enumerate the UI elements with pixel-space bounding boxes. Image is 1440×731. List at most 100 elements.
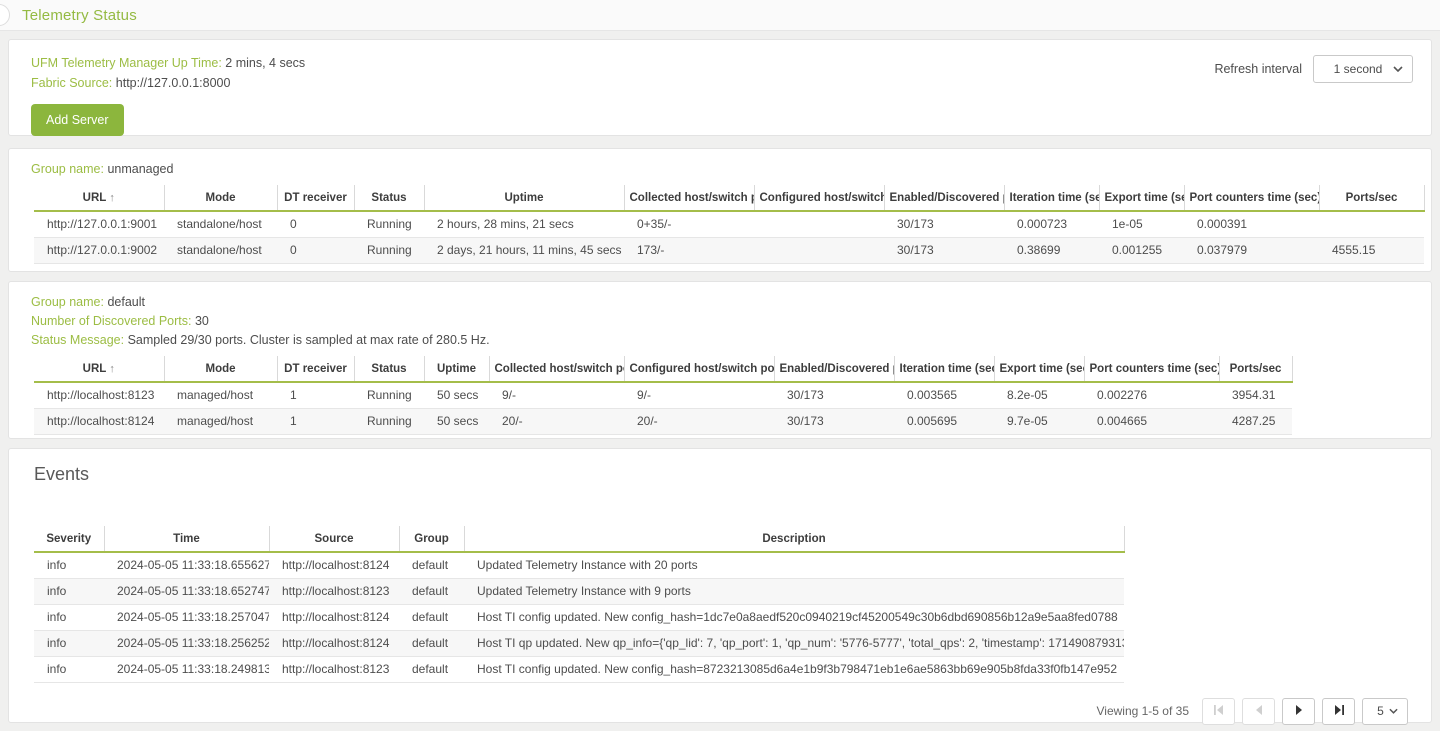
right-triangle-icon — [1295, 704, 1303, 718]
table-cell: 0.000391 — [1184, 211, 1319, 237]
table-cell: 0.005695 — [894, 408, 994, 434]
column-header[interactable]: Status — [354, 185, 424, 211]
table-cell: standalone/host — [164, 211, 277, 237]
table-row: info2024-05-05 11:33:18.652747http://loc… — [34, 578, 1124, 604]
table-row: http://localhost:8124managed/host1Runnin… — [34, 408, 1292, 434]
table-cell: 4287.25 — [1219, 408, 1292, 434]
table-row: http://127.0.0.1:9001standalone/host0Run… — [34, 211, 1424, 237]
column-header[interactable]: Iteration time (sec) — [894, 356, 994, 382]
column-header[interactable]: DT receiver — [277, 185, 354, 211]
telemetry-summary-card: UFM Telemetry Manager Up Time: 2 mins, 4… — [8, 39, 1432, 136]
column-header[interactable]: Configured host/switch ports — [754, 185, 884, 211]
sort-ascending-icon: ↑ — [106, 363, 115, 375]
refresh-interval-select[interactable]: 1 second — [1313, 55, 1413, 83]
table-cell: 1 — [277, 382, 354, 408]
column-header[interactable]: URL ↑ — [34, 356, 164, 382]
table-header-row: SeverityTimeSourceGroupDescription — [34, 526, 1124, 552]
column-header[interactable]: Iteration time (sec) — [1004, 185, 1099, 211]
table-cell: Host TI config updated. New config_hash=… — [464, 656, 1124, 682]
table-cell: http://localhost:8124 — [269, 604, 399, 630]
uptime-label: UFM Telemetry Manager Up Time: — [31, 56, 222, 70]
table-cell — [1319, 211, 1424, 237]
table-cell: standalone/host — [164, 237, 277, 263]
column-header[interactable]: Collected host/switch ports — [624, 185, 754, 211]
next-page-button[interactable] — [1282, 698, 1315, 725]
table-header-row: URL ↑ModeDT receiverStatusUptimeCollecte… — [34, 356, 1292, 382]
table-cell: http://localhost:8124 — [269, 552, 399, 578]
group-info-line: Group name: default — [31, 293, 1409, 312]
table-cell: 8.2e-05 — [994, 382, 1084, 408]
events-pagination: Viewing 1-5 of 35 5 — [9, 698, 1408, 725]
last-page-button[interactable] — [1322, 698, 1355, 725]
table-row: info2024-05-05 11:33:18.256252http://loc… — [34, 630, 1124, 656]
table-cell: 2 hours, 28 mins, 21 secs — [424, 211, 624, 237]
previous-page-button[interactable] — [1242, 698, 1275, 725]
column-header[interactable]: Port counters time (sec) — [1184, 185, 1319, 211]
group-info-value: 30 — [195, 314, 209, 328]
events-table: SeverityTimeSourceGroupDescriptioninfo20… — [34, 526, 1125, 683]
column-header[interactable]: Status — [354, 356, 424, 382]
column-header[interactable]: Severity — [34, 526, 104, 552]
table-cell: 0.037979 — [1184, 237, 1319, 263]
table-cell: 173/- — [624, 237, 754, 263]
column-header[interactable]: Export time (sec) — [994, 356, 1084, 382]
group-info-value: default — [107, 295, 145, 309]
group-info-value: unmanaged — [107, 162, 173, 176]
table-cell: 3954.31 — [1219, 382, 1292, 408]
fabric-source-line: Fabric Source: http://127.0.0.1:8000 — [31, 73, 1409, 93]
column-header[interactable]: Group — [399, 526, 464, 552]
table-cell: Host TI qp updated. New qp_info={'qp_lid… — [464, 630, 1124, 656]
table-row: info2024-05-05 11:33:18.257047http://loc… — [34, 604, 1124, 630]
table-cell: Updated Telemetry Instance with 9 ports — [464, 578, 1124, 604]
group-info: Group name: default Number of Discovered … — [9, 292, 1431, 356]
refresh-interval-value: 1 second — [1323, 62, 1393, 76]
table-cell: 30/173 — [774, 382, 894, 408]
column-header[interactable]: Port counters time (sec) — [1084, 356, 1219, 382]
column-header[interactable]: Ports/sec — [1219, 356, 1292, 382]
column-header[interactable]: URL ↑ — [34, 185, 164, 211]
group-info-label: Status Message: — [31, 333, 128, 347]
table-cell: 30/173 — [884, 237, 1004, 263]
events-card: Events SeverityTimeSourceGroupDescriptio… — [8, 448, 1432, 723]
group-info-label: Number of Discovered Ports: — [31, 314, 195, 328]
first-page-button[interactable] — [1202, 698, 1235, 725]
column-header[interactable]: Source — [269, 526, 399, 552]
sort-ascending-icon: ↑ — [106, 192, 115, 204]
table-cell: 0.004665 — [1084, 408, 1219, 434]
table-cell: info — [34, 552, 104, 578]
table-cell: Running — [354, 382, 424, 408]
table-cell: http://localhost:8123 — [269, 656, 399, 682]
table-row: http://127.0.0.1:9002standalone/host0Run… — [34, 237, 1424, 263]
column-header[interactable]: Collected host/switch ports — [489, 356, 624, 382]
column-header[interactable]: Uptime — [424, 356, 489, 382]
column-header[interactable]: Export time (sec) — [1099, 185, 1184, 211]
column-header[interactable]: Time — [104, 526, 269, 552]
column-header[interactable]: Enabled/Discovered ports — [774, 356, 894, 382]
page-size-select[interactable]: 5 — [1362, 698, 1408, 725]
uptime-value: 2 mins, 4 secs — [225, 56, 305, 70]
table-row: http://localhost:8123managed/host1Runnin… — [34, 382, 1292, 408]
table-cell: 50 secs — [424, 382, 489, 408]
table-cell: 30/173 — [774, 408, 894, 434]
column-header[interactable]: Configured host/switch ports — [624, 356, 774, 382]
table-cell: Running — [354, 237, 424, 263]
table-cell: Host TI config updated. New config_hash=… — [464, 604, 1124, 630]
column-header[interactable]: Uptime — [424, 185, 624, 211]
table-cell: 9/- — [624, 382, 774, 408]
column-header[interactable]: Enabled/Discovered ports — [884, 185, 1004, 211]
column-header[interactable]: Description — [464, 526, 1124, 552]
table-cell: http://127.0.0.1:9002 — [34, 237, 164, 263]
table-cell: 0 — [277, 237, 354, 263]
table-row: info2024-05-05 11:33:18.655627http://loc… — [34, 552, 1124, 578]
column-header[interactable]: Mode — [164, 185, 277, 211]
add-server-button[interactable]: Add Server — [31, 104, 124, 136]
table-cell: 0.002276 — [1084, 382, 1219, 408]
refresh-interval-label: Refresh interval — [1214, 62, 1302, 76]
table-cell: default — [399, 656, 464, 682]
column-header[interactable]: DT receiver — [277, 356, 354, 382]
column-header[interactable]: Mode — [164, 356, 277, 382]
column-header[interactable]: Ports/sec — [1319, 185, 1424, 211]
table-cell: 50 secs — [424, 408, 489, 434]
table-cell: 2024-05-05 11:33:18.257047 — [104, 604, 269, 630]
group-info-value: Sampled 29/30 ports. Cluster is sampled … — [128, 333, 490, 347]
